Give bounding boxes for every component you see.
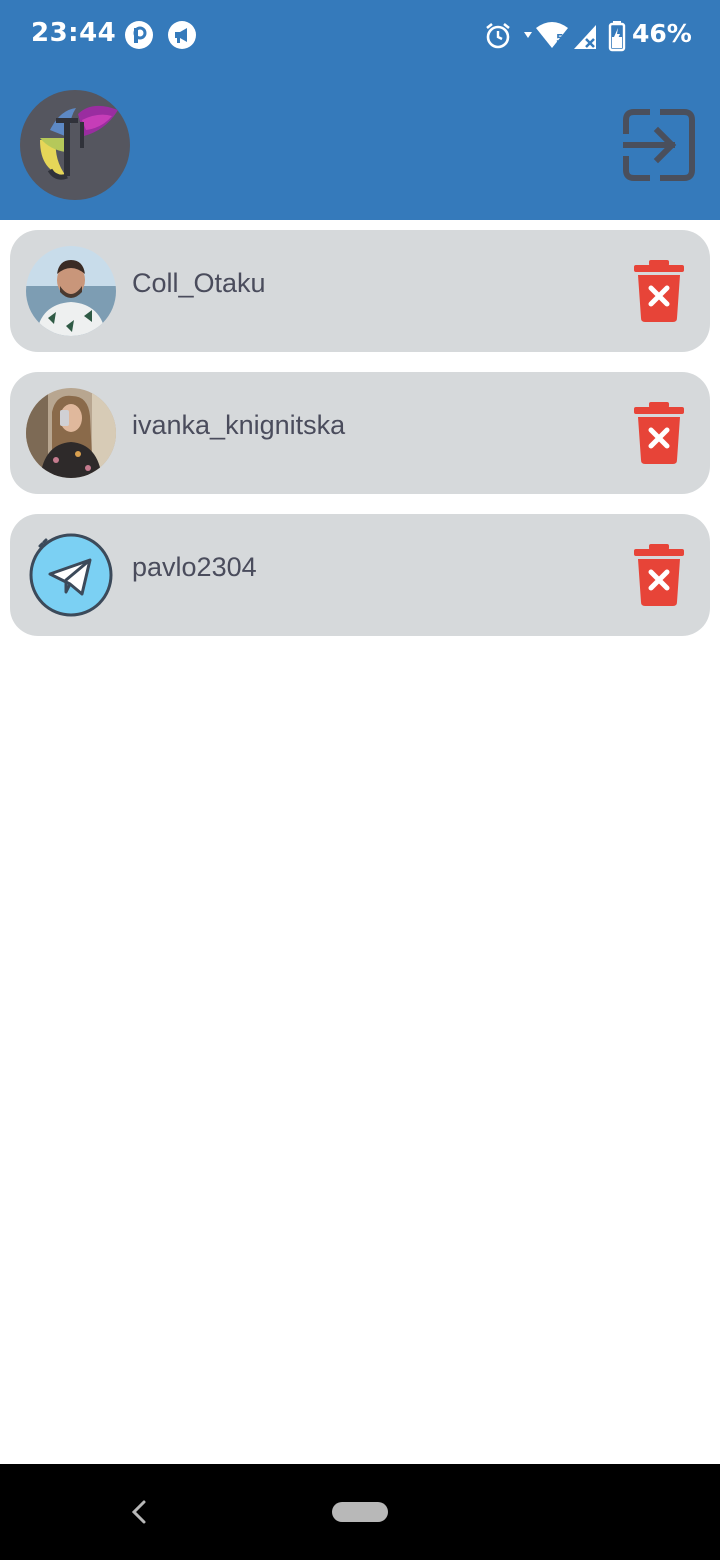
user-list: Coll_Otaku ivanka_knignitska pavlo2304 (10, 230, 710, 656)
delete-button[interactable] (632, 260, 686, 322)
telegram-icon (29, 533, 113, 617)
svg-text:5: 5 (556, 32, 564, 45)
trash-icon (634, 402, 684, 464)
trash-icon (634, 260, 684, 322)
back-icon[interactable] (126, 1498, 154, 1526)
status-bar: 23:44 5 46% (0, 0, 720, 72)
username: pavlo2304 (132, 552, 257, 582)
app-logo-icon (40, 105, 118, 180)
megaphone-icon (168, 21, 196, 49)
system-nav-bar (0, 1464, 720, 1560)
username: ivanka_knignitska (132, 410, 346, 440)
trash-icon (634, 544, 684, 606)
delete-button[interactable] (632, 402, 686, 464)
pinterest-icon (125, 21, 153, 49)
alarm-icon (486, 22, 510, 49)
user-photo-1 (26, 246, 116, 336)
wifi-icon: 5 (524, 22, 568, 48)
username: Coll_Otaku (132, 268, 266, 298)
list-item[interactable]: ivanka_knignitska (10, 372, 710, 494)
status-time: 23:44 (31, 18, 117, 48)
user-photo-2 (26, 388, 116, 478)
list-item[interactable]: pavlo2304 (10, 514, 710, 636)
avatar (26, 530, 116, 620)
battery-percent: 46% (632, 19, 692, 48)
battery-charging-icon (608, 21, 626, 52)
avatar (26, 246, 116, 336)
logout-icon (623, 109, 695, 181)
delete-button[interactable] (632, 544, 686, 606)
avatar (26, 388, 116, 478)
app-logo (20, 90, 130, 200)
app-bar: 23:44 5 46% (0, 0, 720, 220)
logout-button[interactable] (620, 106, 698, 184)
home-pill[interactable] (332, 1502, 388, 1522)
signal-icon (574, 25, 596, 49)
list-item[interactable]: Coll_Otaku (10, 230, 710, 352)
